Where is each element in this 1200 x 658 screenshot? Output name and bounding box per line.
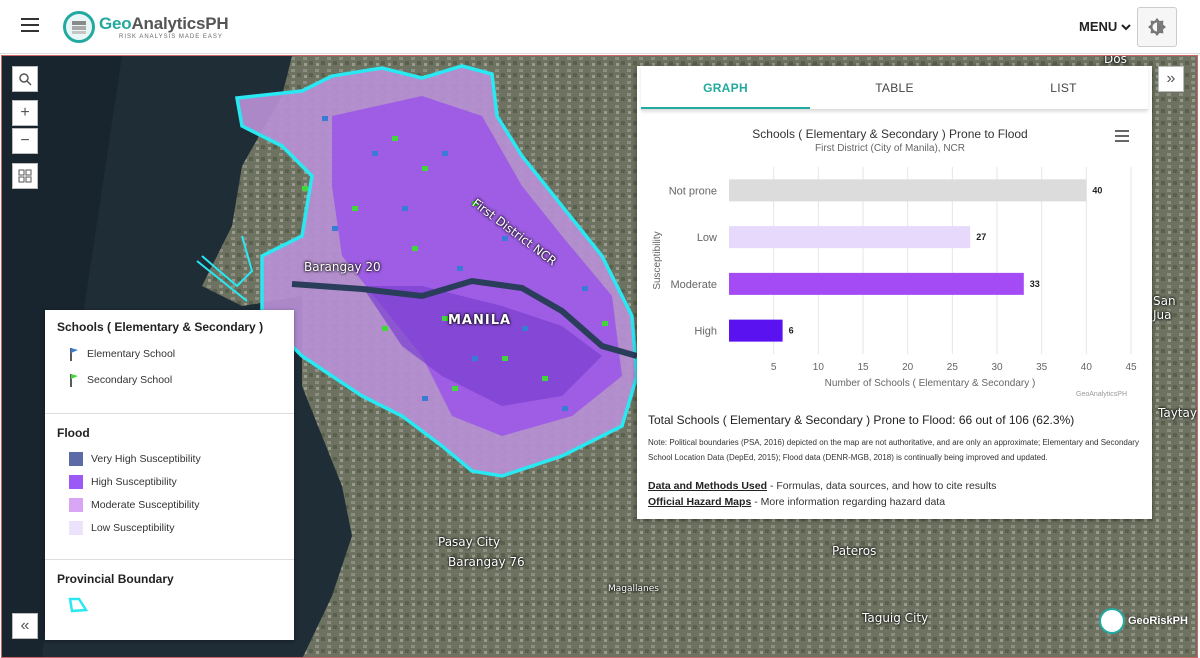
map-label-san-juan: San Jua	[1153, 294, 1176, 322]
legend-secondary-label: Secondary School	[87, 374, 173, 386]
total-summary: Total Schools ( Elementary & Secondary )…	[648, 413, 1075, 427]
chart-credit: GeoAnalyticsPH	[1076, 391, 1127, 398]
analysis-panel: GRAPH TABLE LIST Schools ( Elementary & …	[637, 66, 1152, 519]
y-category-label: High	[694, 326, 717, 338]
green-flag-icon	[70, 374, 78, 387]
data-note: Note: Political boundaries (PSA, 2016) d…	[648, 438, 1139, 462]
bar-value-label: 40	[1092, 185, 1102, 195]
legend-low-label: Low Susceptibility	[91, 522, 175, 534]
grid-icon	[18, 169, 32, 183]
legend-elementary-label: Elementary School	[87, 348, 176, 360]
minus-icon: −	[20, 132, 30, 149]
map-label-dos: Dos	[1104, 55, 1127, 66]
double-chevron-left-icon: «	[20, 617, 30, 634]
legend-schools-title: Schools ( Elementary & Secondary )	[57, 320, 264, 334]
zoom-in-button[interactable]: +	[12, 100, 38, 126]
x-tick-label: 25	[947, 362, 959, 373]
search-icon	[19, 73, 32, 86]
data-methods-link[interactable]: Data and Methods Used	[648, 480, 767, 492]
x-tick-label: 10	[813, 362, 825, 373]
swatch-moderate	[69, 498, 83, 512]
x-tick-label: 30	[991, 362, 1003, 373]
x-tick-label: 15	[857, 362, 869, 373]
georisk-logo-icon	[1099, 608, 1125, 634]
hazard-maps-desc: - More information regarding hazard data	[751, 496, 946, 508]
brand-name: GeoAnalyticsPH	[99, 13, 229, 33]
legend-boundary-title: Provincial Boundary	[57, 572, 174, 586]
x-tick-label: 40	[1081, 362, 1093, 373]
hamburger-menu-icon[interactable]	[21, 18, 39, 34]
blue-flag-icon	[70, 348, 78, 361]
theme-toggle-button[interactable]	[1137, 7, 1177, 47]
hazard-maps-link[interactable]: Official Hazard Maps	[648, 496, 751, 508]
menu-button[interactable]: MENU	[1079, 19, 1131, 34]
flood-bar-chart: 5 10 15 20 25 30 35 40 45 Not prone 40 Low 27 Moderat…	[652, 167, 1137, 398]
legend-very-high-label: Very High Susceptibility	[91, 453, 201, 465]
map-search-button[interactable]	[12, 66, 38, 92]
swatch-high	[69, 475, 83, 489]
watermark-text: GeoRiskPH	[1128, 615, 1188, 627]
y-category-label: Low	[697, 232, 717, 244]
bar-value-label: 27	[976, 232, 986, 242]
map-label-barangay76: Barangay 76	[448, 555, 525, 569]
x-tick-label: 45	[1125, 362, 1137, 373]
collapse-legend-button[interactable]: «	[12, 613, 38, 639]
bar-value-label: 33	[1030, 279, 1040, 289]
y-category-label: Not prone	[669, 185, 717, 197]
zoom-out-button[interactable]: −	[12, 128, 38, 154]
plus-icon: +	[20, 104, 30, 121]
swatch-very-high	[69, 452, 83, 466]
x-axis-label: Number of Schools ( Elementary & Seconda…	[825, 378, 1036, 389]
bar-value-label: 6	[789, 326, 794, 336]
bar-not-prone	[729, 179, 1087, 202]
top-bar: GeoAnalyticsPH RISK ANALYSIS MADE EASY M…	[0, 0, 1200, 54]
map-label-pasay: Pasay City	[438, 535, 501, 549]
georisk-watermark: GeoRiskPH	[1099, 608, 1188, 634]
y-axis-label: Susceptibility	[652, 231, 663, 289]
legend-moderate-label: Moderate Susceptibility	[91, 499, 200, 511]
map-label-magallanes: Magallanes	[608, 584, 659, 594]
expand-panel-button[interactable]: »	[1158, 66, 1184, 92]
bar-high	[729, 319, 783, 342]
double-chevron-right-icon: »	[1166, 70, 1176, 87]
brightness-icon	[1148, 18, 1166, 36]
swatch-low	[69, 521, 83, 535]
map-label-taguig: Taguig City	[862, 611, 929, 625]
menu-label: MENU	[1079, 19, 1118, 34]
map-label-manila: MANILA	[448, 313, 512, 328]
legend-flood-title: Flood	[57, 426, 90, 440]
x-tick-label: 35	[1036, 362, 1048, 373]
y-category-label: Moderate	[671, 279, 717, 291]
x-tick-label: 5	[771, 362, 777, 373]
logo-icon	[63, 11, 95, 43]
layer-grid-button[interactable]	[12, 163, 38, 189]
map-label-barangay20: Barangay 20	[304, 260, 381, 274]
bar-moderate	[729, 272, 1024, 295]
data-methods-desc: - Formulas, data sources, and how to cit…	[767, 480, 997, 492]
map-legend: Schools ( Elementary & Secondary ) Eleme…	[45, 310, 294, 640]
x-tick-label: 20	[902, 362, 914, 373]
info-links: Data and Methods Used - Formulas, data s…	[648, 478, 996, 510]
boundary-polygon-icon	[68, 597, 89, 613]
brand-tagline: RISK ANALYSIS MADE EASY	[119, 33, 223, 40]
map-label-pateros: Pateros	[832, 544, 877, 558]
app-logo[interactable]: GeoAnalyticsPH RISK ANALYSIS MADE EASY	[63, 10, 229, 44]
bar-low	[729, 226, 971, 249]
chevron-down-icon	[1121, 23, 1131, 30]
map-label-taytay: Taytay	[1158, 406, 1197, 420]
legend-high-label: High Susceptibility	[91, 476, 177, 488]
